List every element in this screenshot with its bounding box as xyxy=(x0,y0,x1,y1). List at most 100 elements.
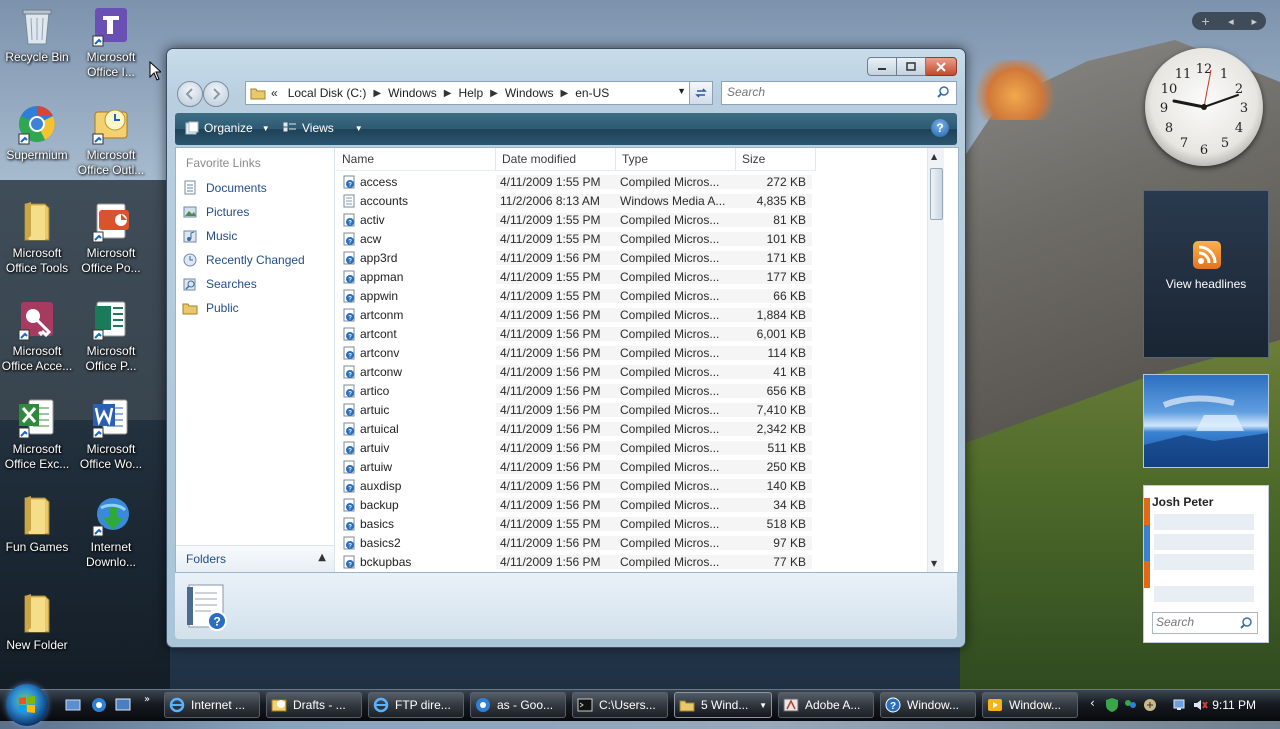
scroll-up-icon[interactable]: ▲ xyxy=(931,152,937,161)
file-row[interactable]: accounts 11/2/2006 8:13 AM Windows Media A… xyxy=(340,191,816,210)
view-headlines-label[interactable]: View headlines xyxy=(1144,277,1268,291)
minimize-button[interactable] xyxy=(867,57,897,76)
desktop-icon-excel[interactable]: Microsoft Office Exc... xyxy=(0,396,74,472)
search-box[interactable] xyxy=(721,81,957,105)
desktop-icon-new-folder[interactable]: New Folder xyxy=(0,592,74,653)
file-row[interactable]: ? artconv 4/11/2009 1:56 PM Compiled Micros… xyxy=(340,343,816,362)
desktop-icon-access[interactable]: Microsoft Office Acce... xyxy=(0,298,74,374)
favorite-link-public[interactable]: Public xyxy=(182,298,239,318)
file-row[interactable]: ? artconm 4/11/2009 1:56 PM Compiled Micros… xyxy=(340,305,816,324)
shield-icon[interactable] xyxy=(1104,697,1120,713)
column-header-size[interactable]: Size xyxy=(736,148,816,170)
file-row[interactable]: ? artconw 4/11/2009 1:56 PM Compiled Micros… xyxy=(340,362,816,381)
feed-headlines-gadget[interactable]: View headlines xyxy=(1143,190,1269,358)
file-row[interactable]: ? appwin 4/11/2009 1:55 PM Compiled Micros.… xyxy=(340,286,816,305)
antivirus-icon[interactable] xyxy=(1142,697,1158,713)
contacts-search-input[interactable] xyxy=(1153,613,1234,631)
favorite-link-documents[interactable]: Documents xyxy=(182,178,267,198)
breadcrumb-separator-icon[interactable]: ▶ xyxy=(371,88,383,99)
desktop-icon-publisher[interactable]: Microsoft Office P... xyxy=(74,298,148,374)
favorite-link-searches[interactable]: Searches xyxy=(182,274,257,294)
taskbar-button-internet-explorer[interactable]: Internet ... xyxy=(164,692,260,718)
desktop-icon-powerpoint[interactable]: Microsoft Office Po... xyxy=(74,200,148,276)
browser-quicklaunch-icon[interactable] xyxy=(90,696,108,714)
file-row[interactable]: ? basics2 4/11/2009 1:56 PM Compiled Micros… xyxy=(340,533,816,552)
breadcrumb-windows[interactable]: Windows xyxy=(383,86,442,100)
maximize-button[interactable] xyxy=(897,57,926,76)
desktop-icon-office-tools[interactable]: Microsoft Office Tools xyxy=(0,200,74,276)
breadcrumb-overflow[interactable]: « xyxy=(266,86,283,100)
taskbar-button-command-prompt[interactable]: C:\Users... xyxy=(572,692,668,718)
favorite-link-music[interactable]: Music xyxy=(182,226,237,246)
quicklaunch-overflow-icon[interactable]: » xyxy=(144,694,150,705)
close-button[interactable] xyxy=(926,57,957,76)
file-row[interactable]: ? app3rd 4/11/2009 1:56 PM Compiled Micros.… xyxy=(340,248,816,267)
network-icon[interactable] xyxy=(1172,697,1188,713)
organize-button[interactable]: Organize ▼ xyxy=(185,121,270,135)
contacts-search-box[interactable] xyxy=(1152,612,1258,634)
contact-name[interactable]: Josh Peter xyxy=(1152,495,1213,509)
breadcrumb-windows-2[interactable]: Windows xyxy=(500,86,559,100)
column-header-date[interactable]: Date modified xyxy=(496,148,616,170)
desktop-icon-outlook[interactable]: Microsoft Office Outl... xyxy=(74,102,148,178)
next-icon[interactable]: ▸ xyxy=(1252,15,1258,28)
file-row[interactable]: ? access 4/11/2009 1:55 PM Compiled Micros.… xyxy=(340,172,816,191)
refresh-button[interactable] xyxy=(689,81,713,105)
switch-windows-icon[interactable] xyxy=(114,696,132,714)
taskbar-button-windows-explorer-group[interactable]: 5 Wind... ▼ xyxy=(674,692,772,718)
address-bar[interactable]: « Local Disk (C:) ▶ Windows ▶ Help ▶ Win… xyxy=(245,81,691,105)
taskbar-button-google[interactable]: as - Goo... xyxy=(470,692,566,718)
folders-toggle[interactable]: Folders ▲ xyxy=(176,545,334,572)
column-header-name[interactable]: Name xyxy=(336,148,496,170)
add-gadget-icon[interactable]: + xyxy=(1201,15,1210,28)
vertical-scrollbar[interactable]: ▲ ▼ xyxy=(927,148,944,572)
file-row[interactable]: ? auxdisp 4/11/2009 1:56 PM Compiled Micros… xyxy=(340,476,816,495)
file-row[interactable]: ? basics 4/11/2009 1:55 PM Compiled Micros.… xyxy=(340,514,816,533)
file-row[interactable]: ? appman 4/11/2009 1:55 PM Compiled Micros.… xyxy=(340,267,816,286)
file-row[interactable]: ? artuiw 4/11/2009 1:56 PM Compiled Micros.… xyxy=(340,457,816,476)
taskbar-button-windows-media[interactable]: Window... xyxy=(982,692,1078,718)
taskbar-clock[interactable]: 9:11 PM xyxy=(1212,698,1256,712)
desktop-icon-fun-games[interactable]: Fun Games xyxy=(0,494,74,555)
breadcrumb-help[interactable]: Help xyxy=(453,86,488,100)
file-row[interactable]: ? acw 4/11/2009 1:55 PM Compiled Micros... 1… xyxy=(340,229,816,248)
scrollbar-thumb[interactable] xyxy=(930,168,943,220)
favorite-link-recently-changed[interactable]: Recently Changed xyxy=(182,250,305,270)
taskbar-button-drafts[interactable]: Drafts - ... xyxy=(266,692,362,718)
file-row[interactable]: ? artcont 4/11/2009 1:56 PM Compiled Micros… xyxy=(340,324,816,343)
column-header-type[interactable]: Type xyxy=(616,148,736,170)
file-row[interactable]: ? artico 4/11/2009 1:56 PM Compiled Micros.… xyxy=(340,381,816,400)
desktop-icon-supermium[interactable]: Supermium xyxy=(0,102,74,163)
breadcrumb-en-us[interactable]: en-US xyxy=(570,86,614,100)
breadcrumb-local-disk[interactable]: Local Disk (C:) xyxy=(283,86,372,100)
previous-icon[interactable]: ◂ xyxy=(1228,15,1234,28)
desktop-icon-recycle-bin[interactable]: Recycle Bin xyxy=(0,4,74,65)
taskbar-button-adobe[interactable]: Adobe A... xyxy=(778,692,874,718)
breadcrumb-separator-icon[interactable]: ▶ xyxy=(559,88,571,99)
views-button[interactable]: Views ▼ xyxy=(283,121,363,135)
file-row[interactable]: ? artuiv 4/11/2009 1:56 PM Compiled Micros.… xyxy=(340,438,816,457)
desktop-icon-internet-download-manager[interactable]: Internet Downlo... xyxy=(74,494,148,570)
search-input[interactable] xyxy=(722,82,923,102)
file-row[interactable]: ? artuic 4/11/2009 1:56 PM Compiled Micros.… xyxy=(340,400,816,419)
favorite-link-pictures[interactable]: Pictures xyxy=(182,202,249,222)
file-row[interactable]: ? backup 4/11/2009 1:56 PM Compiled Micros.… xyxy=(340,495,816,514)
search-icon[interactable] xyxy=(1239,616,1253,630)
back-button[interactable] xyxy=(177,81,203,107)
address-dropdown-icon[interactable]: ▼ xyxy=(677,86,686,96)
tray-expand-icon[interactable]: ‹ xyxy=(1090,696,1095,710)
file-row[interactable]: ? artuical 4/11/2009 1:56 PM Compiled Micro… xyxy=(340,419,816,438)
file-row[interactable]: ? bckupbas 4/11/2009 1:56 PM Compiled Micro… xyxy=(340,552,816,571)
scroll-down-icon[interactable]: ▼ xyxy=(931,559,937,568)
desktop-icon-infopath[interactable]: Microsoft Office I... xyxy=(74,4,148,80)
desktop-icon-word[interactable]: Microsoft Office Wo... xyxy=(74,396,148,472)
help-button[interactable]: ? xyxy=(931,119,949,137)
slideshow-gadget[interactable] xyxy=(1143,374,1269,468)
breadcrumb-separator-icon[interactable]: ▶ xyxy=(442,88,454,99)
taskbar-button-windows-help[interactable]: ? Window... xyxy=(880,692,976,718)
volume-muted-icon[interactable] xyxy=(1192,697,1208,713)
taskbar-button-ftp[interactable]: FTP dire... xyxy=(368,692,464,718)
show-desktop-icon[interactable] xyxy=(64,696,82,714)
messenger-icon[interactable] xyxy=(1122,697,1138,713)
breadcrumb-separator-icon[interactable]: ▶ xyxy=(488,88,500,99)
